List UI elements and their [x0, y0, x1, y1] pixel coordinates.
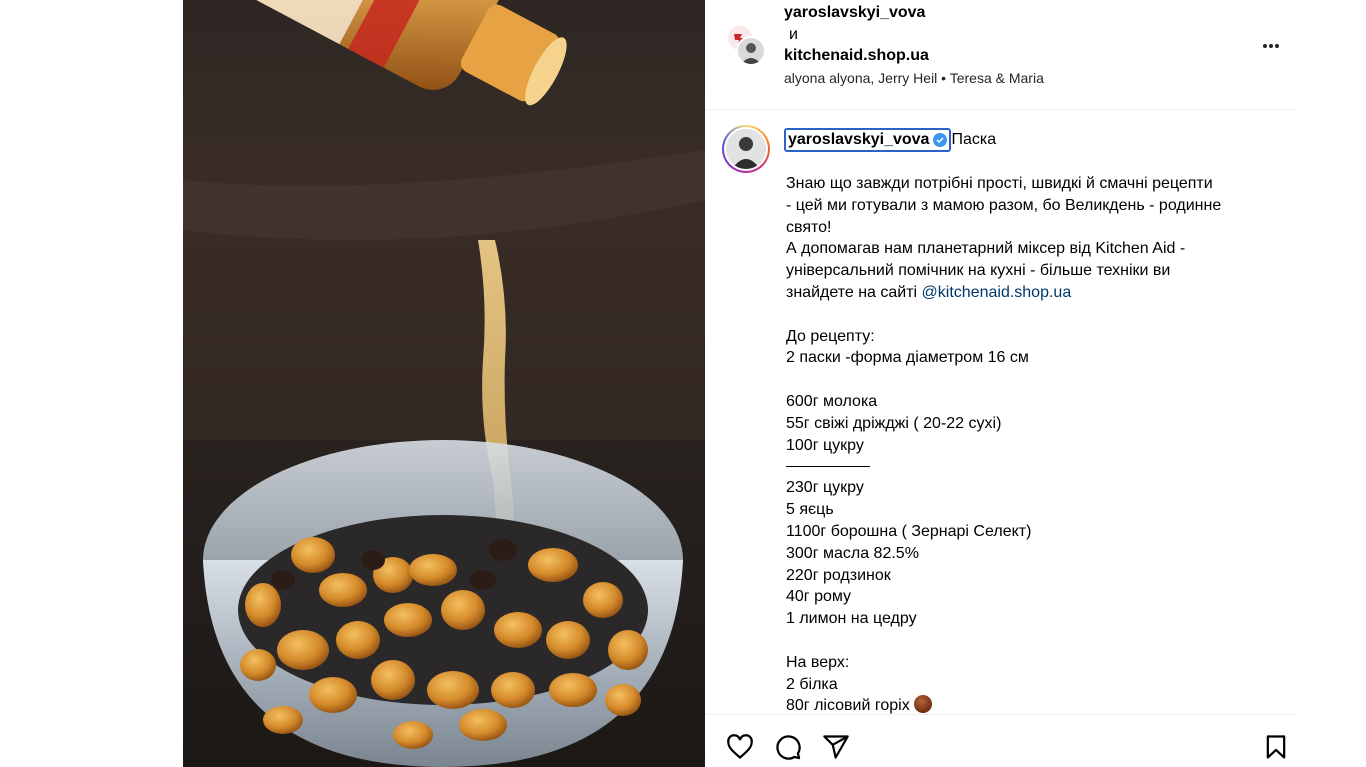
collab-usernames: yaroslavskyi_vova и kitchenaid.shop.ua	[784, 2, 929, 67]
topping-line: 2 білка	[786, 675, 838, 693]
post-actions-bar	[706, 714, 1296, 767]
bookmark-icon[interactable]	[1262, 733, 1290, 761]
ingredient-line: 40г рому	[786, 588, 852, 606]
caption-site-prefix: знайдете на сайті	[786, 283, 922, 301]
ingredient-line: 600г молока	[786, 392, 878, 410]
caption-line: Знаю що завжди потрібні прості, швидкі й…	[786, 175, 1213, 192]
caption-username-text[interactable]: yaroslavskyi_vova	[788, 131, 929, 149]
comment-icon[interactable]	[774, 733, 802, 761]
caption-text: Знаю що завжди потрібні прості, швидкі й…	[786, 173, 1276, 717]
ingredient-line: 55г свіжі дріжджі ( 20-22 сухі)	[786, 414, 1002, 432]
post-header: yaroslavskyi_vova и kitchenaid.shop.ua a…	[706, 0, 1296, 110]
ingredient-line: 1100г борошна ( Зернарі Селект)	[786, 522, 1032, 540]
topping-title: На верх:	[786, 653, 850, 671]
raisins-rum-photo	[183, 0, 705, 767]
caption-title: Паска	[951, 131, 997, 148]
caption-line: універсальний помічник на кухні - більше…	[786, 262, 1171, 280]
ingredient-line: 5 яєць	[786, 501, 834, 519]
caption-avatar[interactable]	[722, 125, 770, 173]
avatar-yaroslavskyi[interactable]	[736, 36, 766, 66]
caption-username[interactable]: yaroslavskyi_vova	[784, 128, 952, 152]
ingredient-line: 1 лимон на цедру	[786, 610, 917, 628]
hazelnut-emoji-icon	[913, 695, 932, 714]
ingredient-line: 300г масла 82.5%	[786, 544, 919, 562]
post-media-image[interactable]	[183, 0, 705, 767]
post-panel: yaroslavskyi_vova и kitchenaid.shop.ua a…	[706, 0, 1298, 767]
more-options-icon[interactable]	[1263, 35, 1287, 55]
share-icon[interactable]	[822, 733, 850, 761]
caption-line: - цей ми готували з мамою разом, бо Вели…	[786, 196, 1222, 214]
caption-line: А допомагав нам планетарний міксер від K…	[786, 240, 1186, 258]
header-user2[interactable]: kitchenaid.shop.ua	[784, 47, 929, 64]
header-conjunction: и	[789, 25, 798, 43]
ingredient-line: 100г цукру	[786, 436, 864, 454]
caption-line: знайдете на сайті @kitchenaid.shop.ua	[786, 282, 1276, 304]
recipe-line: 2 паски -форма діаметром 16 см	[786, 349, 1029, 367]
mention-link[interactable]: @kitchenaid.shop.ua	[922, 284, 1072, 301]
caption-heading: yaroslavskyi_vova Паска	[784, 128, 996, 152]
verified-badge-icon	[933, 133, 948, 147]
caption-divider	[786, 466, 870, 468]
caption-line: свято!	[786, 218, 832, 236]
recipe-line: До рецепту:	[786, 327, 875, 345]
ingredient-line: 230г цукру	[786, 479, 864, 497]
ingredient-line: 220г родзинок	[786, 566, 891, 584]
collab-avatars[interactable]	[726, 24, 768, 66]
audio-attribution[interactable]: alyona alyona, Jerry Heil • Teresa & Mar…	[784, 70, 1044, 86]
header-user1[interactable]: yaroslavskyi_vova	[784, 4, 925, 21]
heart-icon[interactable]	[726, 733, 754, 761]
topping-line-text: 80г лісовий горіх	[786, 697, 910, 715]
